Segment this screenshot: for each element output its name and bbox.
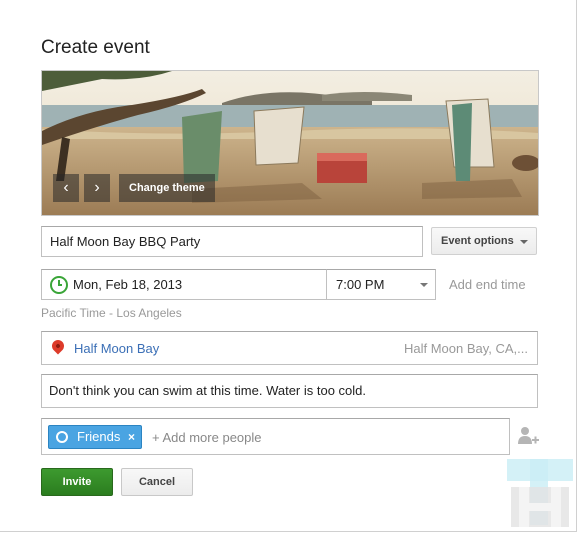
circle-icon xyxy=(56,431,68,443)
location-input[interactable]: Half Moon Bay Half Moon Bay, CA,... xyxy=(41,331,538,365)
theme-prev-button[interactable]: ‹ xyxy=(53,174,79,202)
guests-input[interactable]: Friends × + Add more people xyxy=(41,418,510,455)
chevron-right-icon: › xyxy=(94,179,100,196)
clock-icon xyxy=(50,276,68,294)
dropdown-arrow-icon xyxy=(420,283,428,287)
event-options-label: Event options xyxy=(441,235,514,247)
event-options-button[interactable]: Event options xyxy=(431,227,537,255)
add-people-placeholder[interactable]: + Add more people xyxy=(152,419,262,456)
timezone-label: Pacific Time - Los Angeles xyxy=(41,306,182,320)
dropdown-arrow-icon xyxy=(520,240,528,244)
event-title-input[interactable]: Half Moon Bay BBQ Party xyxy=(41,226,423,257)
create-event-dialog: Create event ‹ › Change theme Half Moon … xyxy=(0,0,577,532)
location-name: Half Moon Bay xyxy=(74,341,160,356)
logo-watermark xyxy=(505,457,575,531)
start-time-value: 7:00 PM xyxy=(336,277,385,292)
theme-banner xyxy=(41,70,539,216)
theme-next-button[interactable]: › xyxy=(84,174,110,202)
cancel-button[interactable]: Cancel xyxy=(121,468,193,496)
add-end-time-link[interactable]: Add end time xyxy=(449,277,526,292)
map-pin-icon xyxy=(49,337,67,355)
start-time-select[interactable]: 7:00 PM xyxy=(326,269,436,300)
beach-theme-image xyxy=(42,71,538,215)
remove-guest-icon[interactable]: × xyxy=(128,426,135,448)
description-input[interactable]: Don't think you can swim at this time. W… xyxy=(41,374,538,408)
chevron-left-icon: ‹ xyxy=(63,179,69,196)
invite-button[interactable]: Invite xyxy=(41,468,113,496)
start-date-input[interactable]: Mon, Feb 18, 2013 xyxy=(41,269,327,300)
dialog-title: Create event xyxy=(41,37,150,58)
guest-chip-friends[interactable]: Friends × xyxy=(48,425,142,449)
change-theme-button[interactable]: Change theme xyxy=(119,174,215,202)
person-add-icon[interactable] xyxy=(516,424,540,448)
location-address: Half Moon Bay, CA,... xyxy=(403,341,528,356)
guest-chip-label: Friends xyxy=(77,429,121,444)
start-date-value: Mon, Feb 18, 2013 xyxy=(73,277,183,292)
